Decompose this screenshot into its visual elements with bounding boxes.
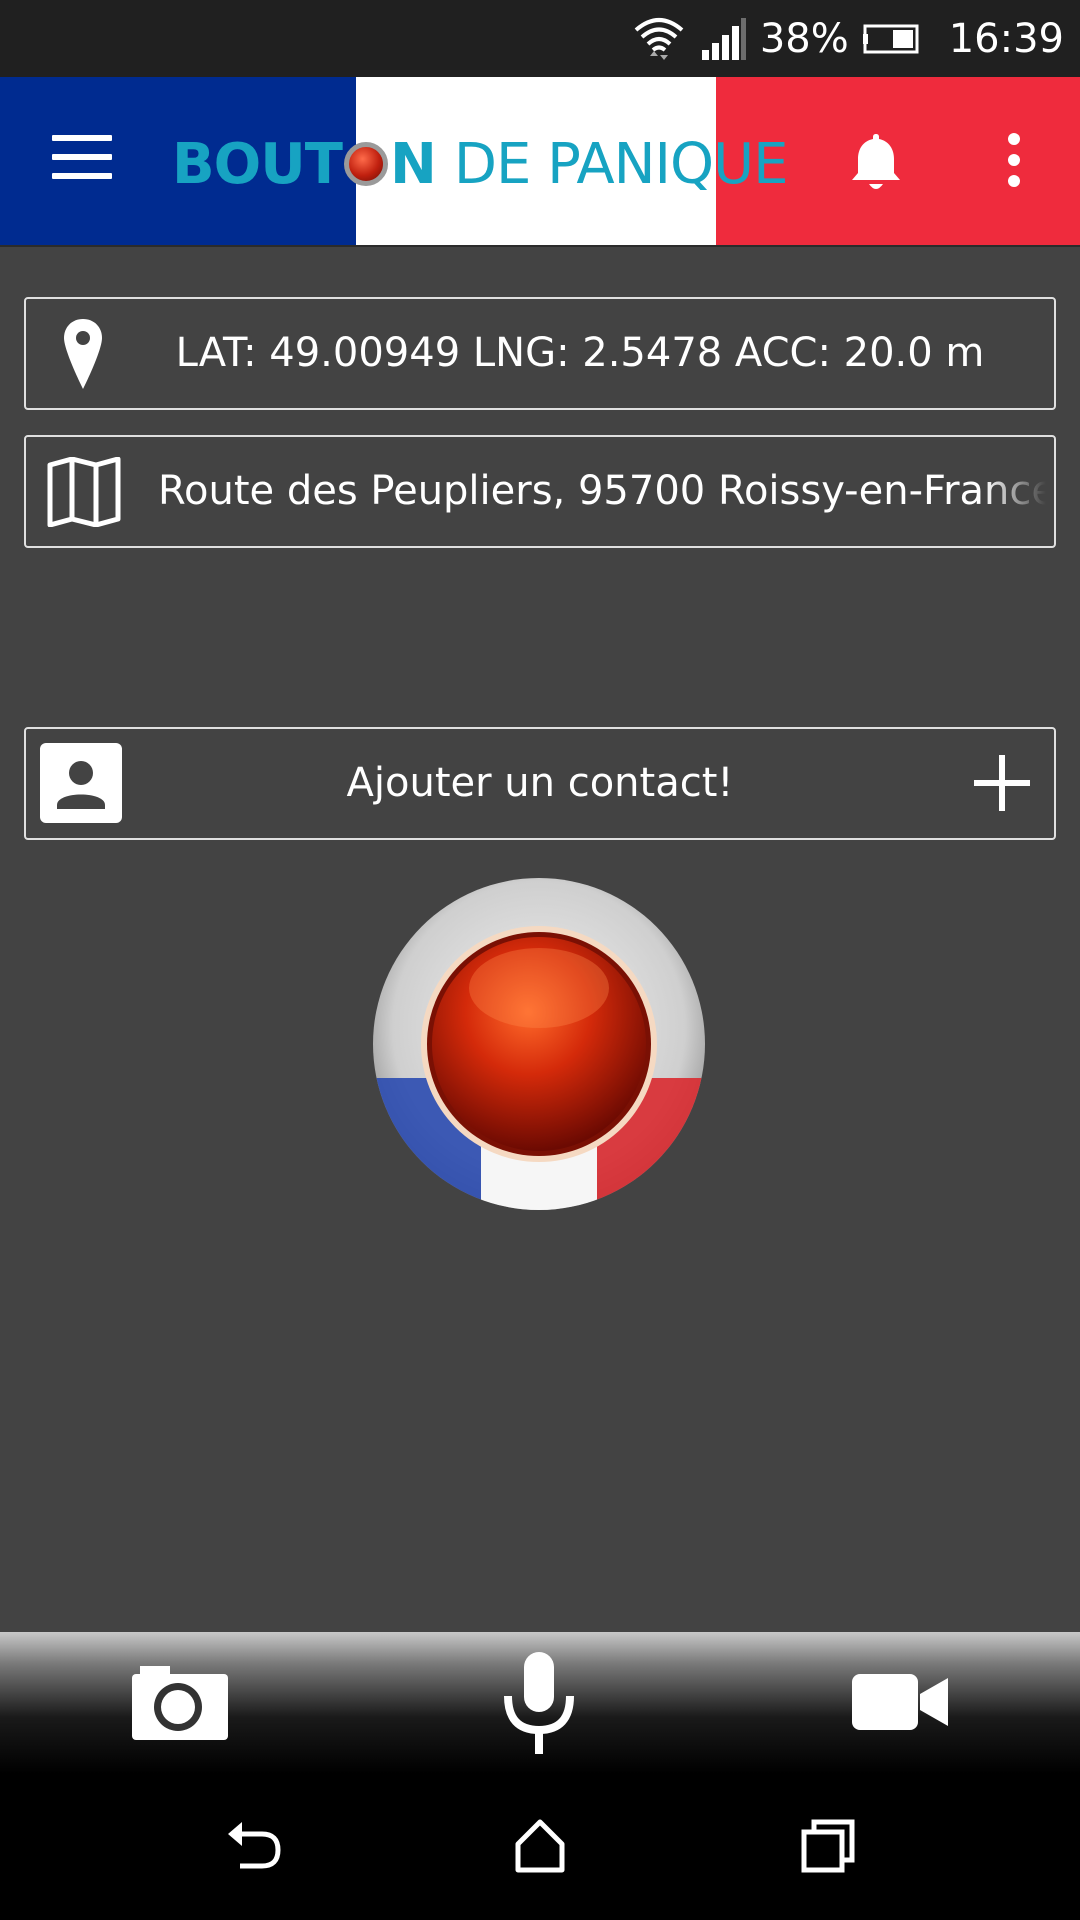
battery-percent: 38% xyxy=(759,15,849,62)
plus-icon xyxy=(974,755,1030,811)
wifi-icon xyxy=(634,17,684,60)
camera-icon[interactable] xyxy=(130,1662,230,1742)
status-bar: 38% 16:39 xyxy=(0,0,1080,77)
media-capture-bar xyxy=(0,1632,1080,1774)
more-vert-icon[interactable] xyxy=(1000,132,1028,188)
bell-icon[interactable] xyxy=(848,130,904,194)
panic-button[interactable] xyxy=(373,878,705,1210)
menu-icon xyxy=(52,135,112,141)
back-icon[interactable] xyxy=(224,1818,284,1874)
menu-button[interactable] xyxy=(52,135,112,185)
add-contact-button[interactable]: Ajouter un contact! xyxy=(24,727,1056,840)
microphone-icon[interactable] xyxy=(500,1650,578,1762)
signal-icon xyxy=(701,17,746,60)
contact-card-icon xyxy=(40,743,122,823)
home-icon[interactable] xyxy=(512,1818,568,1874)
map-icon xyxy=(47,457,121,527)
location-pin-icon xyxy=(64,319,102,389)
gps-coordinates-box: LAT: 49.00949 LNG: 2.5478 ACC: 20.0 m xyxy=(24,297,1056,410)
app-logo: BOUT N DE PANIQUE xyxy=(172,131,788,197)
gps-coordinates-text: LAT: 49.00949 LNG: 2.5478 ACC: 20.0 m xyxy=(175,330,985,376)
video-camera-icon[interactable] xyxy=(850,1672,950,1732)
address-box: Route des Peupliers, 95700 Roissy-en-Fra… xyxy=(24,435,1056,548)
logo-button-icon xyxy=(343,142,388,186)
app-bar: BOUT N DE PANIQUE xyxy=(0,77,1080,247)
clock: 16:39 xyxy=(948,15,1064,62)
battery-icon xyxy=(862,24,919,53)
recents-icon[interactable] xyxy=(800,1818,856,1874)
add-contact-label: Ajouter un contact! xyxy=(346,760,734,806)
address-text: Route des Peupliers, 95700 Roissy-en-Fra… xyxy=(158,468,1046,514)
system-nav-bar xyxy=(0,1774,1080,1920)
